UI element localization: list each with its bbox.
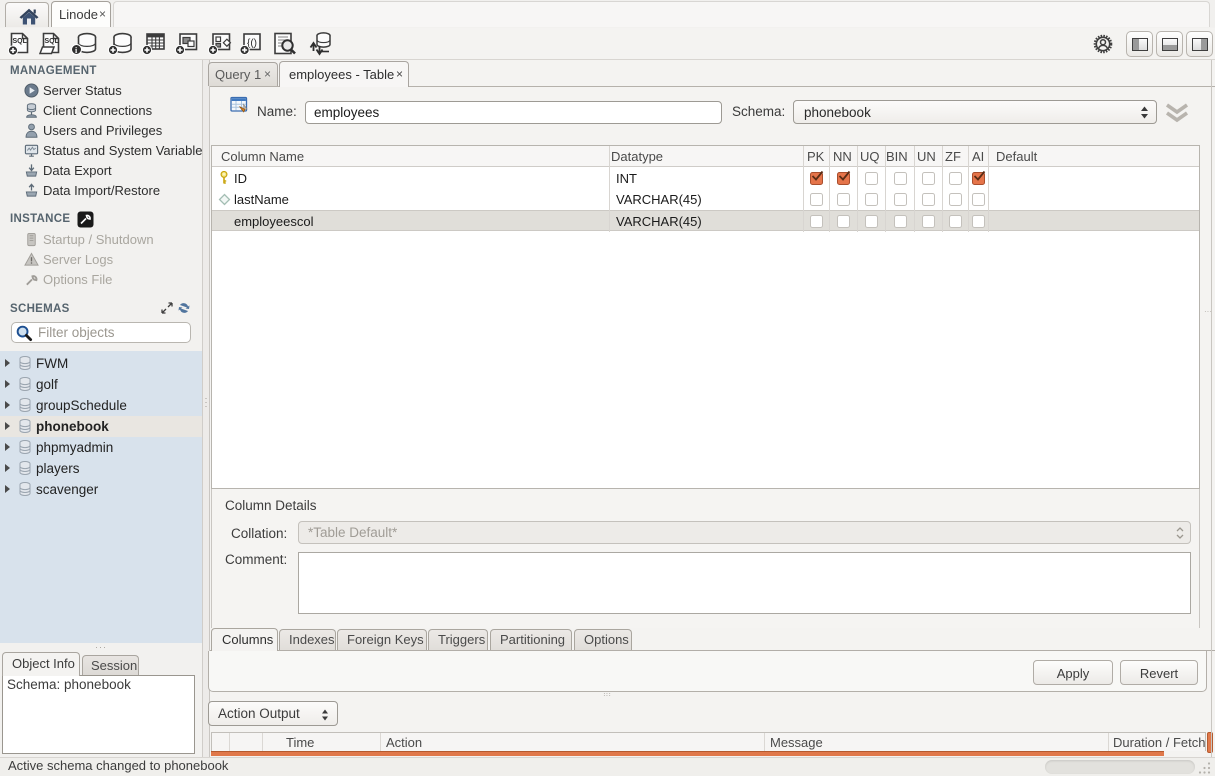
svg-text:SQL: SQL <box>45 38 60 45</box>
svg-text:SQL: SQL <box>13 38 28 45</box>
